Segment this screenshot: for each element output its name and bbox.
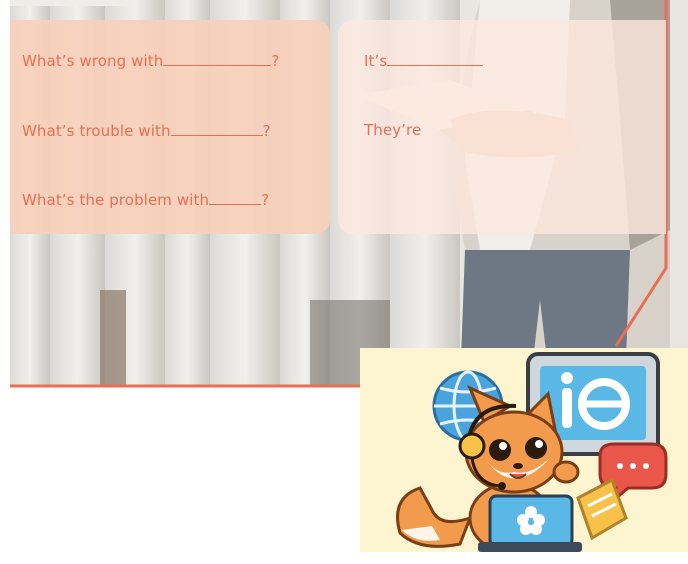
question-line-3: What’s the problem with? [22, 190, 269, 209]
question-mark-3: ? [261, 191, 270, 209]
question-line-2: What’s trouble with? [22, 121, 271, 140]
answer-line-2: They’re [364, 121, 421, 139]
answer-blank-2 [170, 121, 263, 136]
fox-mascot [396, 352, 668, 552]
question-mark-2: ? [262, 122, 271, 140]
answer-blank-3 [209, 190, 262, 205]
answer-blank-1 [163, 51, 272, 66]
question-text-3: What’s the problem with [22, 191, 210, 209]
answer-text-2: They’re [364, 121, 422, 139]
laptop-flower-icon [478, 494, 582, 552]
question-text-1: What’s wrong with [22, 52, 164, 70]
answer-line-blank-1 [387, 51, 484, 66]
mascot-illustration [360, 348, 688, 552]
question-line-1: What’s wrong with? [22, 51, 279, 70]
answer-text-1: It’s [364, 52, 388, 70]
answer-line-1: It’s [364, 51, 484, 70]
question-mark-1: ? [271, 52, 280, 70]
question-text-2: What’s trouble with [22, 122, 171, 140]
